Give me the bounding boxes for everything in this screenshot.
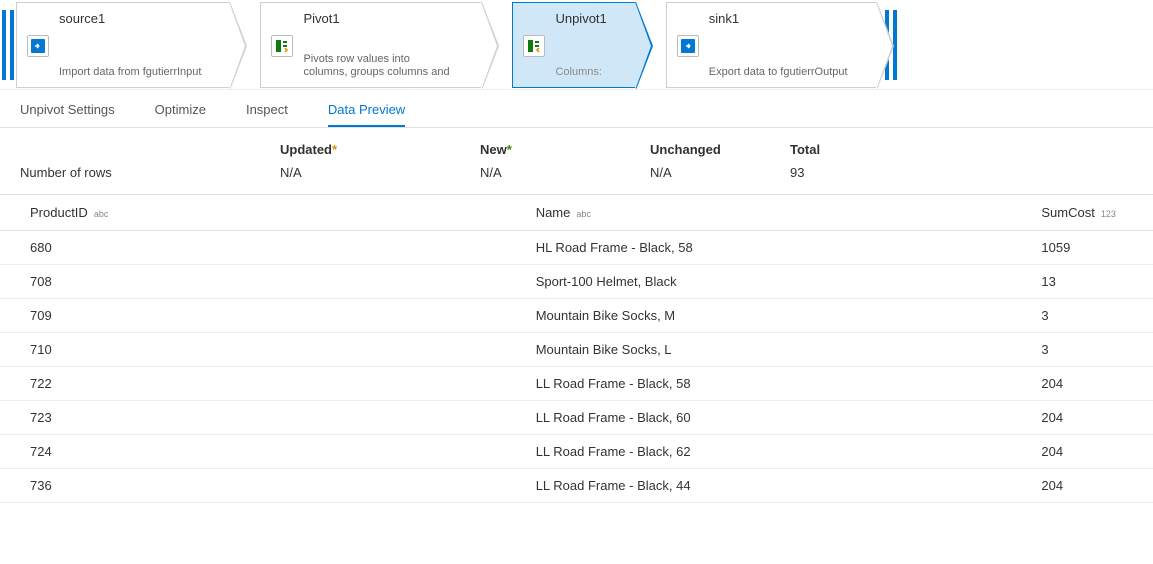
source-icon: [27, 35, 49, 57]
cell-sumcost: 204: [1011, 469, 1153, 503]
preview-table: ProductIDabc Nameabc SumCost123 680HL Ro…: [0, 194, 1153, 503]
stats-header-unchanged: Unchanged: [650, 142, 790, 157]
cell-name: LL Road Frame - Black, 60: [506, 401, 1012, 435]
stats-val-new: N/A: [480, 157, 650, 180]
node-title: Unpivot1: [555, 11, 606, 26]
table-row[interactable]: 724LL Road Frame - Black, 62204: [0, 435, 1153, 469]
col-header-sumcost[interactable]: SumCost123: [1011, 195, 1153, 231]
cell-productid: 708: [0, 265, 506, 299]
stats-val-updated: N/A: [280, 157, 480, 180]
flow-node-unpivot1[interactable]: Unpivot1 Columns:: [512, 2, 635, 88]
unpivot-icon: [523, 35, 545, 57]
tab-inspect[interactable]: Inspect: [246, 102, 288, 127]
flow-node-pivot1[interactable]: Pivot1 Pivots row values into columns, g…: [260, 2, 482, 88]
cell-sumcost: 204: [1011, 401, 1153, 435]
tab-optimize[interactable]: Optimize: [155, 102, 206, 127]
cell-sumcost: 3: [1011, 299, 1153, 333]
table-row[interactable]: 723LL Road Frame - Black, 60204: [0, 401, 1153, 435]
stats-val-total: 93: [790, 157, 890, 180]
cell-name: LL Road Frame - Black, 58: [506, 367, 1012, 401]
table-row[interactable]: 736LL Road Frame - Black, 44204: [0, 469, 1153, 503]
node-desc: Import data from fgutierrInput: [59, 66, 201, 79]
stats-panel: Updated* New* Unchanged Total Number of …: [0, 128, 1153, 194]
cell-sumcost: 3: [1011, 333, 1153, 367]
stats-val-unchanged: N/A: [650, 157, 790, 180]
node-desc: Export data to fgutierrOutput: [709, 66, 848, 79]
cell-productid: 710: [0, 333, 506, 367]
sink-icon: [677, 35, 699, 57]
cell-productid: 722: [0, 367, 506, 401]
cell-name: Mountain Bike Socks, M: [506, 299, 1012, 333]
flow-start-bar: [2, 10, 6, 80]
stats-header-total: Total: [790, 142, 890, 157]
cell-sumcost: 204: [1011, 435, 1153, 469]
stats-header-new: New*: [480, 142, 650, 157]
cell-productid: 680: [0, 231, 506, 265]
pivot-icon: [271, 35, 293, 57]
cell-productid: 736: [0, 469, 506, 503]
node-title: sink1: [709, 11, 848, 26]
tab-data-preview[interactable]: Data Preview: [328, 102, 405, 127]
table-row[interactable]: 708Sport-100 Helmet, Black13: [0, 265, 1153, 299]
cell-name: Mountain Bike Socks, L: [506, 333, 1012, 367]
table-row[interactable]: 710Mountain Bike Socks, L3: [0, 333, 1153, 367]
flow-start-bar-2: [10, 10, 14, 80]
stats-header-updated: Updated*: [280, 142, 480, 157]
cell-name: LL Road Frame - Black, 44: [506, 469, 1012, 503]
cell-productid: 723: [0, 401, 506, 435]
node-title: Pivot1: [303, 11, 453, 26]
flow-canvas: source1 Import data from fgutierrInput P…: [0, 0, 1153, 90]
col-header-productid[interactable]: ProductIDabc: [0, 195, 506, 231]
flow-node-source1[interactable]: source1 Import data from fgutierrInput: [16, 2, 230, 88]
node-desc: Columns:: [555, 66, 606, 79]
cell-name: LL Road Frame - Black, 62: [506, 435, 1012, 469]
flow-node-sink1[interactable]: sink1 Export data to fgutierrOutput: [666, 2, 877, 88]
cell-name: Sport-100 Helmet, Black: [506, 265, 1012, 299]
stats-row-label: Number of rows: [20, 157, 280, 180]
cell-sumcost: 204: [1011, 367, 1153, 401]
cell-name: HL Road Frame - Black, 58: [506, 231, 1012, 265]
table-row[interactable]: 722LL Road Frame - Black, 58204: [0, 367, 1153, 401]
node-title: source1: [59, 11, 201, 26]
table-row[interactable]: 680HL Road Frame - Black, 581059: [0, 231, 1153, 265]
table-header-row: ProductIDabc Nameabc SumCost123: [0, 195, 1153, 231]
col-header-name[interactable]: Nameabc: [506, 195, 1012, 231]
table-row[interactable]: 709Mountain Bike Socks, M3: [0, 299, 1153, 333]
cell-sumcost: 1059: [1011, 231, 1153, 265]
cell-sumcost: 13: [1011, 265, 1153, 299]
cell-productid: 709: [0, 299, 506, 333]
node-desc: Pivots row values into columns, groups c…: [303, 53, 453, 79]
tab-bar: Unpivot Settings Optimize Inspect Data P…: [0, 90, 1153, 128]
cell-productid: 724: [0, 435, 506, 469]
tab-unpivot-settings[interactable]: Unpivot Settings: [20, 102, 115, 127]
